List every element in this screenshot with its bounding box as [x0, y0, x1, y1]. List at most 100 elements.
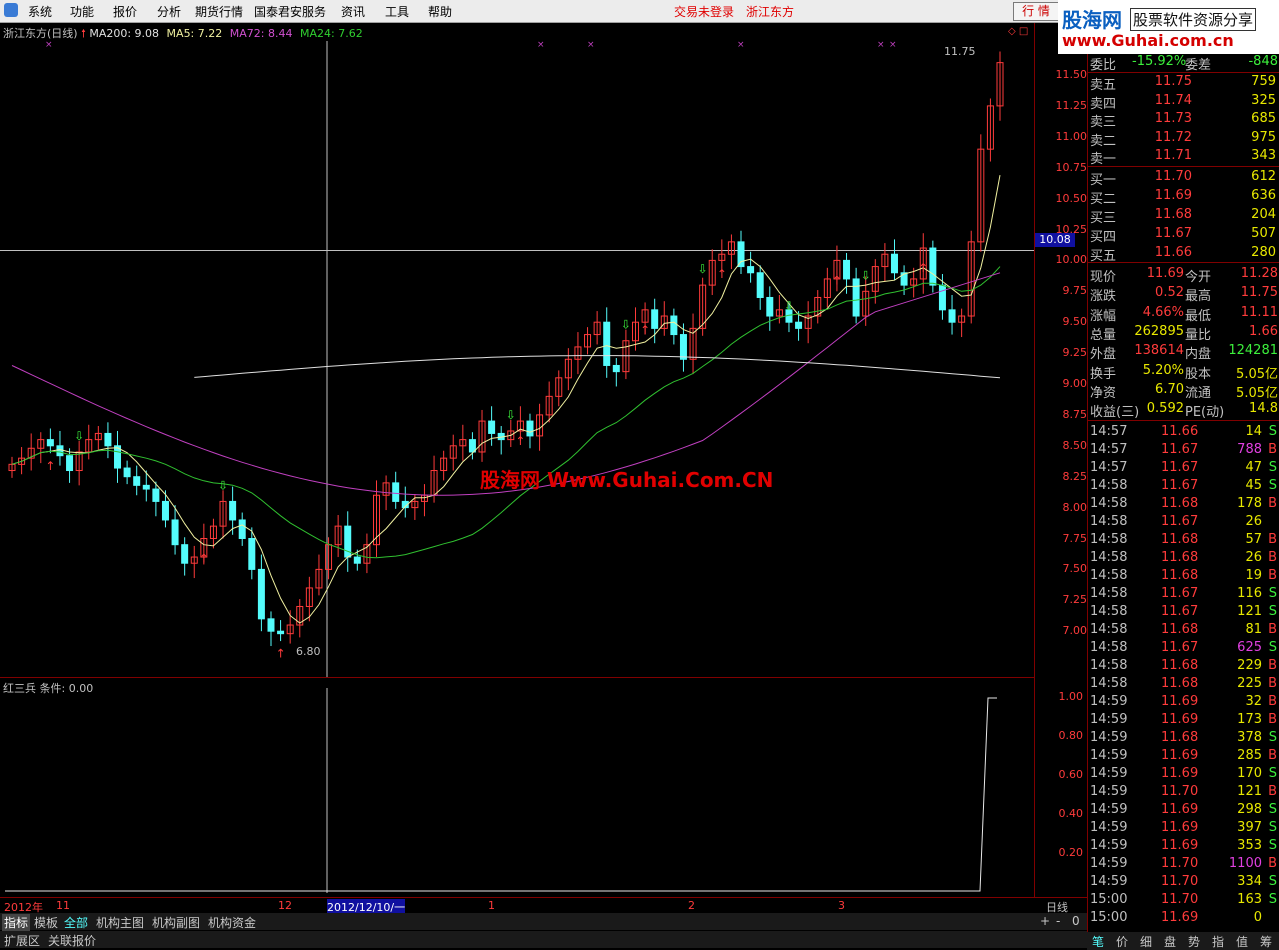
indicator-svg[interactable] — [0, 678, 1035, 893]
kline-chart[interactable]: ↑ ↑ ↑ ↑ ↑ ↑ ↑ ↑ ⇩ ⇩ ⇩ ⇩ ⇩ ⇩ ⇩ × × × × × × 浙江东方(日线) 🠕 MA200: … — [0, 23, 1035, 677]
menu-tools[interactable]: 工具 — [385, 3, 409, 20]
order-diff-value: -848 — [1248, 54, 1278, 69]
tab-related-quote[interactable]: 关联报价 — [46, 932, 98, 949]
bid-volume: 280 — [1251, 245, 1276, 260]
menu-quote[interactable]: 报价 — [113, 3, 137, 20]
menu-system[interactable]: 系统 — [28, 3, 52, 20]
bid-volume: 507 — [1251, 226, 1276, 241]
ask-row[interactable]: 卖二 11.72 975 — [1088, 130, 1279, 149]
tick-volume: 26 — [1245, 514, 1262, 529]
zoom-reset-button[interactable]: 0 — [1070, 914, 1082, 928]
bid-row[interactable]: 买一 11.70 612 — [1088, 169, 1279, 188]
tick-price: 11.68 — [1161, 676, 1199, 691]
tick-side: B — [1268, 748, 1277, 763]
tick-row: 14:58 11.67 116 S — [1088, 586, 1279, 604]
bottom-tab[interactable]: 笔 — [1092, 933, 1104, 950]
tick-time: 14:59 — [1090, 820, 1128, 835]
sell-signal-icon: ⇩ — [506, 408, 516, 422]
tick-price: 11.69 — [1161, 820, 1199, 835]
quote-button[interactable]: 行 情 — [1013, 2, 1059, 21]
bottom-tab[interactable]: 势 — [1188, 933, 1200, 950]
tick-time: 14:58 — [1090, 514, 1128, 529]
price-tick: 10.00 — [1055, 253, 1088, 267]
tick-price: 11.67 — [1161, 514, 1199, 529]
bid-price: 11.67 — [1154, 226, 1192, 241]
app-logo-icon[interactable] — [4, 3, 18, 17]
tick-volume: 378 — [1237, 730, 1262, 745]
tick-row: 15:00 11.70 163 S — [1088, 892, 1279, 910]
tick-side: B — [1268, 676, 1277, 691]
menu-analysis[interactable]: 分析 — [157, 3, 181, 20]
bid-row[interactable]: 买四 11.67 507 — [1088, 226, 1279, 245]
tick-row: 14:59 11.69 298 S — [1088, 802, 1279, 820]
tick-side: B — [1268, 568, 1277, 583]
event-marker-icon: × — [889, 40, 897, 50]
tick-row: 14:58 11.68 26 B — [1088, 550, 1279, 568]
bid-label: 买二 — [1090, 192, 1117, 207]
menu-futures[interactable]: 期货行情 — [195, 3, 243, 20]
stat-label-2: PE(动) — [1185, 405, 1225, 421]
bottom-tab[interactable]: 指 — [1212, 933, 1224, 950]
ask-row[interactable]: 卖五 11.75 759 — [1088, 74, 1279, 93]
tick-row: 14:58 11.68 178 B — [1088, 496, 1279, 514]
menu-gtja-service[interactable]: 国泰君安服务 — [254, 3, 326, 20]
tick-side: B — [1268, 712, 1277, 727]
bid-row[interactable]: 买三 11.68 204 — [1088, 207, 1279, 226]
bottom-tab[interactable]: 盘 — [1164, 933, 1176, 950]
bottom-tab[interactable]: 价 — [1116, 933, 1128, 950]
tick-price: 11.68 — [1161, 622, 1199, 637]
zoom-out-button[interactable]: - — [1054, 914, 1062, 928]
bid-price: 11.69 — [1154, 188, 1192, 203]
tick-time: 14:59 — [1090, 712, 1128, 727]
kline-svg[interactable]: ↑↑↑↑↑↑ ↑↑⇩⇩⇩⇩⇩⇩⇩× × × × × × — [0, 23, 1035, 677]
tab-extension[interactable]: 扩展区 — [2, 932, 42, 949]
tick-price: 11.68 — [1161, 658, 1199, 673]
ask-row[interactable]: 卖一 11.71 343 — [1088, 148, 1279, 167]
bottom-tab[interactable]: 筹 — [1260, 933, 1272, 950]
tick-volume: 45 — [1245, 478, 1262, 493]
tick-time: 15:00 — [1090, 910, 1128, 925]
tab-inst-main[interactable]: 机构主图 — [94, 914, 146, 931]
tab-indicator[interactable]: 指标 — [2, 914, 31, 931]
tab-template[interactable]: 模板 — [32, 914, 60, 931]
price-tick: 8.00 — [1062, 500, 1088, 514]
tick-price: 11.69 — [1161, 748, 1199, 763]
tick-time: 14:58 — [1090, 640, 1128, 655]
price-tick: 9.25 — [1062, 346, 1088, 360]
ask-label: 卖二 — [1090, 133, 1117, 149]
trade-login-status[interactable]: 交易未登录 — [674, 3, 734, 20]
low-price-label: 6.80 — [296, 645, 321, 658]
bid-row[interactable]: 买二 11.69 636 — [1088, 188, 1279, 207]
bid-row[interactable]: 买五 11.66 280 — [1088, 245, 1279, 264]
bottom-tab[interactable]: 细 — [1140, 933, 1152, 950]
menu-help[interactable]: 帮助 — [428, 3, 452, 20]
window-controls[interactable]: ◇ □ — [1008, 26, 1028, 37]
tick-time: 14:59 — [1090, 838, 1128, 853]
ask-row[interactable]: 卖三 11.73 685 — [1088, 111, 1279, 130]
tick-price: 11.67 — [1161, 442, 1199, 457]
tick-time: 14:59 — [1090, 766, 1128, 781]
bottom-tab[interactable]: 值 — [1236, 933, 1248, 950]
tab-all[interactable]: 全部 — [62, 914, 90, 931]
tab-inst-fund[interactable]: 机构资金 — [206, 914, 258, 931]
zoom-in-button[interactable]: + — [1038, 914, 1052, 928]
tick-volume: 397 — [1237, 820, 1262, 835]
candle-body — [181, 544, 189, 564]
tick-volume: 285 — [1237, 748, 1262, 763]
bid-volume: 636 — [1251, 188, 1276, 203]
menu-news[interactable]: 资讯 — [341, 3, 365, 20]
indicator-tick: 0.40 — [1058, 807, 1084, 820]
tick-time: 14:57 — [1090, 424, 1128, 439]
indicator-pane[interactable]: 红三兵 条件: 0.00 — [0, 677, 1035, 893]
tab-inst-sub[interactable]: 机构副图 — [150, 914, 202, 931]
buy-signal-icon: ↑ — [276, 647, 286, 661]
chart-legend: 浙江东方(日线) 🠕 MA200: 9.08 MA5: 7.22 MA72: 8… — [3, 25, 363, 44]
tick-time: 14:59 — [1090, 694, 1128, 709]
stat-label: 现价 — [1090, 270, 1117, 285]
ask-row[interactable]: 卖四 11.74 325 — [1088, 93, 1279, 112]
tick-volume: 625 — [1237, 640, 1262, 655]
bid-volume: 204 — [1251, 207, 1276, 222]
menu-function[interactable]: 功能 — [70, 3, 94, 20]
stat-value-2: 5.05亿 — [1236, 385, 1278, 401]
tick-price: 11.69 — [1161, 712, 1199, 727]
